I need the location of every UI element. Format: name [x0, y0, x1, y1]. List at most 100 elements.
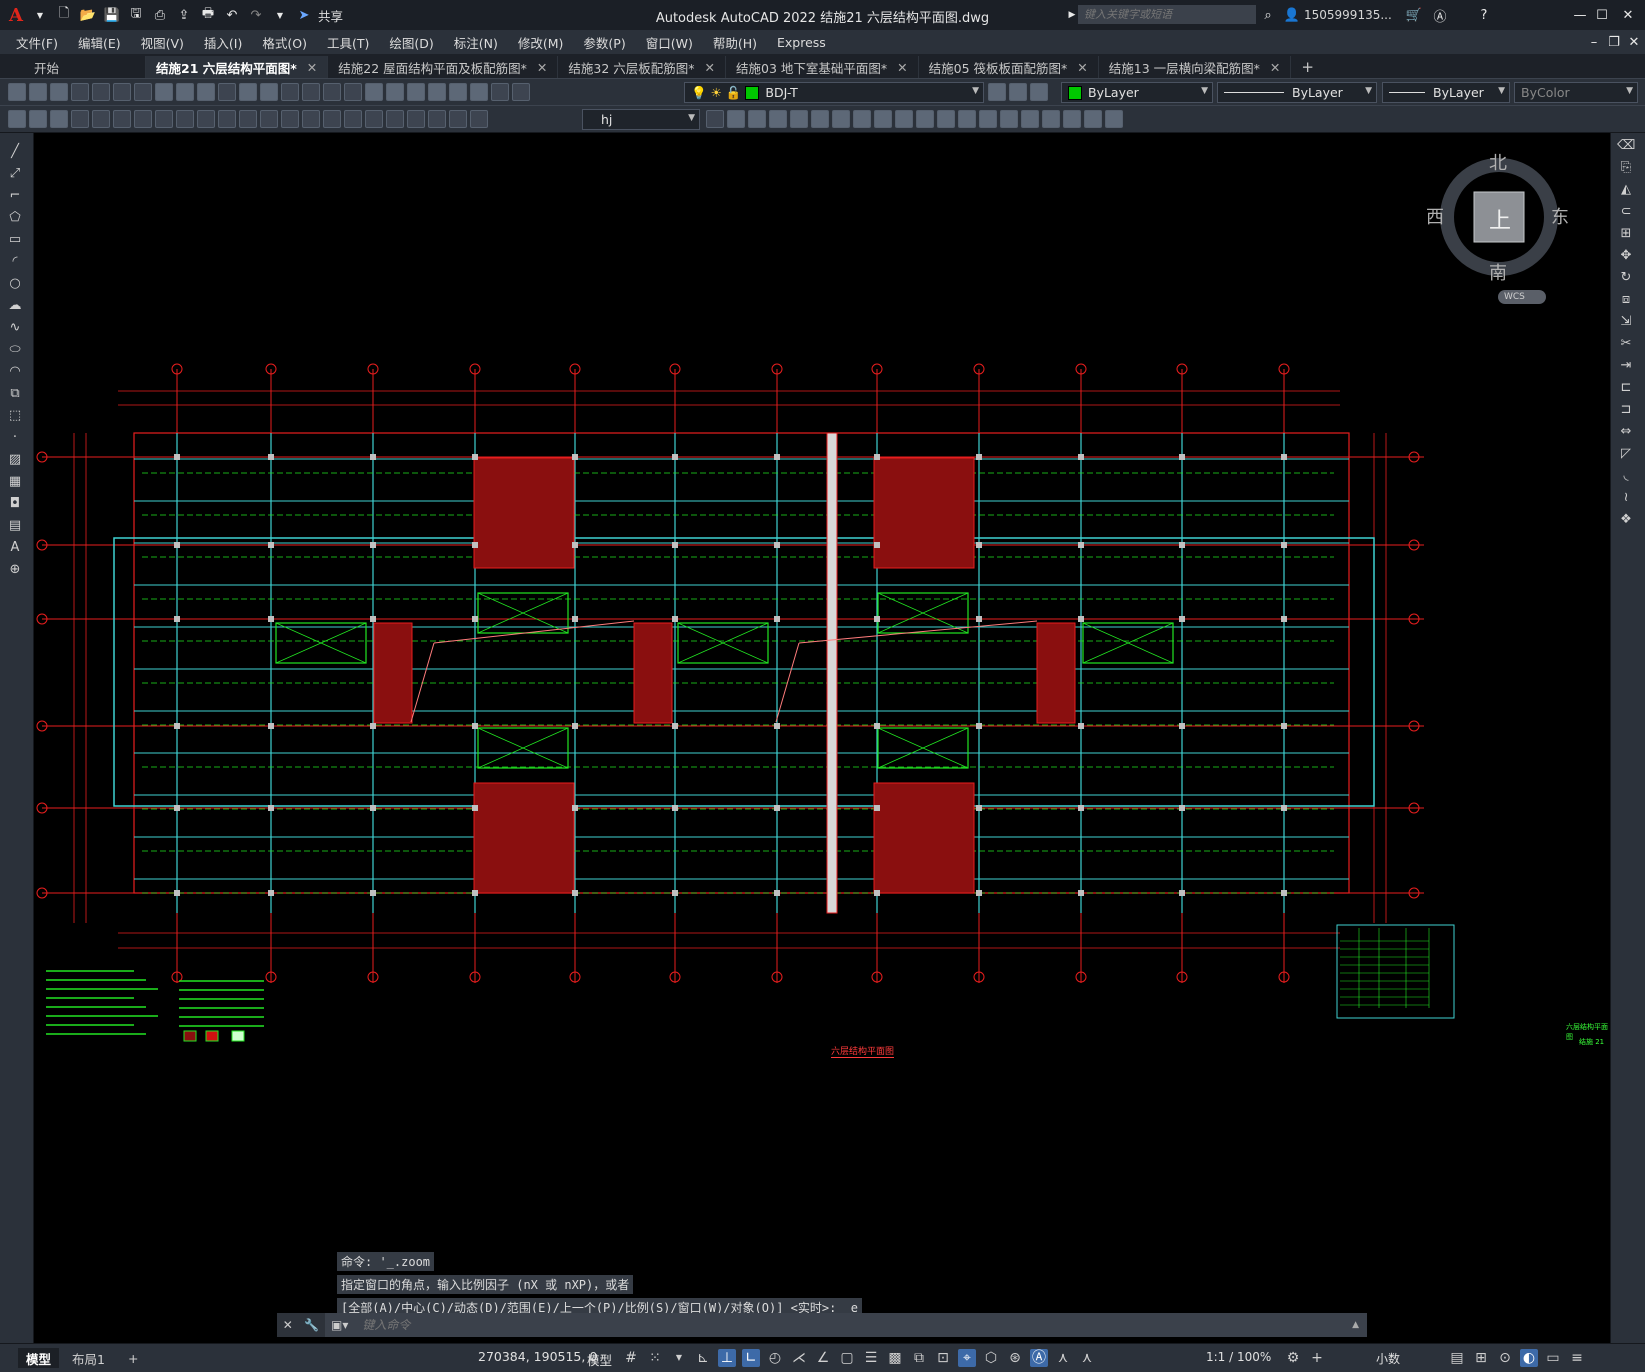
tab-drawing[interactable]: 结施05 筏板板面配筋图* ✕ [919, 56, 1099, 78]
search-icon[interactable]: ⌕ [1258, 5, 1278, 25]
new-tab-button[interactable]: + [1291, 56, 1324, 78]
polar-tracking-icon[interactable]: ◴ [766, 1349, 784, 1367]
region-icon[interactable]: ◘ [6, 495, 24, 513]
object-snap-icon[interactable]: ▢ [838, 1349, 856, 1367]
hatch-icon[interactable]: ▨ [6, 451, 24, 469]
properties-icon[interactable] [365, 83, 383, 101]
selection-cycling-icon[interactable]: ⧉ [910, 1349, 928, 1367]
revision-cloud-icon[interactable]: ☁ [6, 297, 24, 315]
dynamic-input-icon[interactable]: ⊥ [718, 1349, 736, 1367]
dim-break-icon[interactable] [323, 110, 341, 128]
rotate-icon[interactable]: ↻ [1617, 269, 1635, 287]
layer-match-icon[interactable] [1009, 83, 1027, 101]
tool-icon[interactable] [727, 110, 745, 128]
layout-tab[interactable]: 布局1 [64, 1348, 113, 1368]
arc-length-icon[interactable] [113, 110, 131, 128]
paste-icon[interactable] [197, 83, 215, 101]
close-command-icon[interactable]: ✕ [283, 1318, 293, 1332]
dim-text-edit-icon[interactable] [449, 110, 467, 128]
dim-edit-icon[interactable] [428, 110, 446, 128]
doc-minimize-icon[interactable]: – [1584, 32, 1604, 52]
sun-icon[interactable]: ☀ [711, 85, 722, 100]
tool-icon[interactable] [1021, 110, 1039, 128]
tool-icon[interactable] [1063, 110, 1081, 128]
menu-parametric[interactable]: 参数(P) [583, 33, 637, 52]
wcs-menu[interactable]: WCS [1498, 290, 1546, 304]
app-menu-arrow-icon[interactable]: ▼ [30, 5, 50, 25]
menu-express[interactable]: Express [777, 35, 838, 50]
undo-tool-icon[interactable] [239, 83, 257, 101]
tool-icon[interactable] [979, 110, 997, 128]
annotation-scale-icon[interactable]: ⋏ [1078, 1349, 1096, 1367]
match-properties-icon[interactable] [218, 83, 236, 101]
tab-close-icon[interactable]: ✕ [705, 60, 715, 75]
extend-icon[interactable]: ⇥ [1617, 357, 1635, 375]
doc-restore-icon[interactable]: ❐ [1604, 32, 1624, 52]
viewcube-south-label[interactable]: 南 [1489, 259, 1507, 285]
tab-drawing[interactable]: 结施22 屋面结构平面及板配筋图* ✕ [328, 56, 559, 78]
user-name[interactable]: 1505999135... [1304, 8, 1392, 22]
command-input[interactable] [348, 1317, 1353, 1333]
ordinate-dim-icon[interactable] [134, 110, 152, 128]
tab-close-icon[interactable]: ✕ [537, 60, 547, 75]
dim-style-icon[interactable] [706, 110, 724, 128]
jogged-dim-icon[interactable] [176, 110, 194, 128]
coordinates-readout[interactable]: 270384, 190515, 0 [478, 1349, 597, 1364]
help-icon[interactable]: ? [1474, 5, 1494, 25]
layer-properties-icon[interactable] [512, 83, 530, 101]
open-file-icon[interactable]: 📂 [78, 5, 98, 25]
jogged-linear-icon[interactable] [407, 110, 425, 128]
zoom-window-icon[interactable] [323, 83, 341, 101]
redo-tool-icon[interactable] [260, 83, 278, 101]
auto-scale-icon[interactable]: ⋏ [1054, 1349, 1072, 1367]
tool-icon[interactable] [832, 110, 850, 128]
point-icon[interactable]: · [6, 429, 24, 447]
save-icon[interactable] [50, 83, 68, 101]
table-icon[interactable]: ▤ [6, 517, 24, 535]
3d-print-icon[interactable] [134, 83, 152, 101]
angular-dim-icon[interactable] [218, 110, 236, 128]
scale-icon[interactable]: ⧈ [1617, 291, 1635, 309]
lineweight-dropdown[interactable]: ByLayer ▼ [1382, 82, 1510, 103]
dim-update-icon[interactable] [470, 110, 488, 128]
menu-help[interactable]: 帮助(H) [713, 33, 769, 52]
make-current-layer-icon[interactable] [988, 83, 1006, 101]
open-icon[interactable] [29, 83, 47, 101]
break-point-icon[interactable]: ⊏ [1617, 379, 1635, 397]
cut-icon[interactable] [155, 83, 173, 101]
polyline-icon[interactable]: ⌐ [6, 187, 24, 205]
stretch-icon[interactable]: ⇲ [1617, 313, 1635, 331]
light-bulb-icon[interactable]: 💡 [691, 85, 707, 101]
gradient-icon[interactable]: ▦ [6, 473, 24, 491]
menu-window[interactable]: 窗口(W) [646, 33, 705, 52]
erase-icon[interactable]: ⌫ [1617, 137, 1635, 155]
continue-dim-icon[interactable] [281, 110, 299, 128]
inspection-icon[interactable] [386, 110, 404, 128]
object-snap-tracking-icon[interactable]: ∠ [814, 1349, 832, 1367]
layer-dropdown[interactable]: 💡 ☀ 🔓 BDJ-T ▼ [684, 82, 984, 103]
isodraft-icon[interactable]: ⋌ [790, 1349, 808, 1367]
units-value[interactable]: 小数 [1376, 1350, 1400, 1367]
close-icon[interactable]: ✕ [1618, 5, 1638, 25]
menu-dimension[interactable]: 标注(N) [454, 33, 510, 52]
aligned-dim-icon[interactable] [92, 110, 110, 128]
insert-block-icon[interactable]: ⧉ [6, 385, 24, 403]
tab-close-icon[interactable]: ✕ [1077, 60, 1087, 75]
tool-palettes-icon[interactable] [407, 83, 425, 101]
redo-icon[interactable]: ↷ [246, 5, 266, 25]
center-mark-icon[interactable] [365, 110, 383, 128]
design-center-icon[interactable] [386, 83, 404, 101]
menu-edit[interactable]: 编辑(E) [78, 33, 133, 52]
customize-arrow-icon[interactable]: ▼ [270, 5, 290, 25]
tool-icon[interactable] [1084, 110, 1102, 128]
menu-file[interactable]: 文件(F) [16, 33, 70, 52]
save-icon[interactable]: 💾 [102, 5, 122, 25]
cart-icon[interactable]: 🛒 [1404, 5, 1424, 25]
plot-preview-icon[interactable] [92, 83, 110, 101]
pan-icon[interactable] [281, 83, 299, 101]
minimize-icon[interactable]: — [1570, 5, 1590, 25]
clean-screen-icon[interactable]: ▭ [1544, 1349, 1562, 1367]
tab-active-drawing[interactable]: 结施21 六层结构平面图* ✕ [146, 56, 329, 78]
share-label[interactable]: 共享 [318, 6, 343, 25]
snap-arrow-icon[interactable]: ▼ [670, 1349, 688, 1367]
